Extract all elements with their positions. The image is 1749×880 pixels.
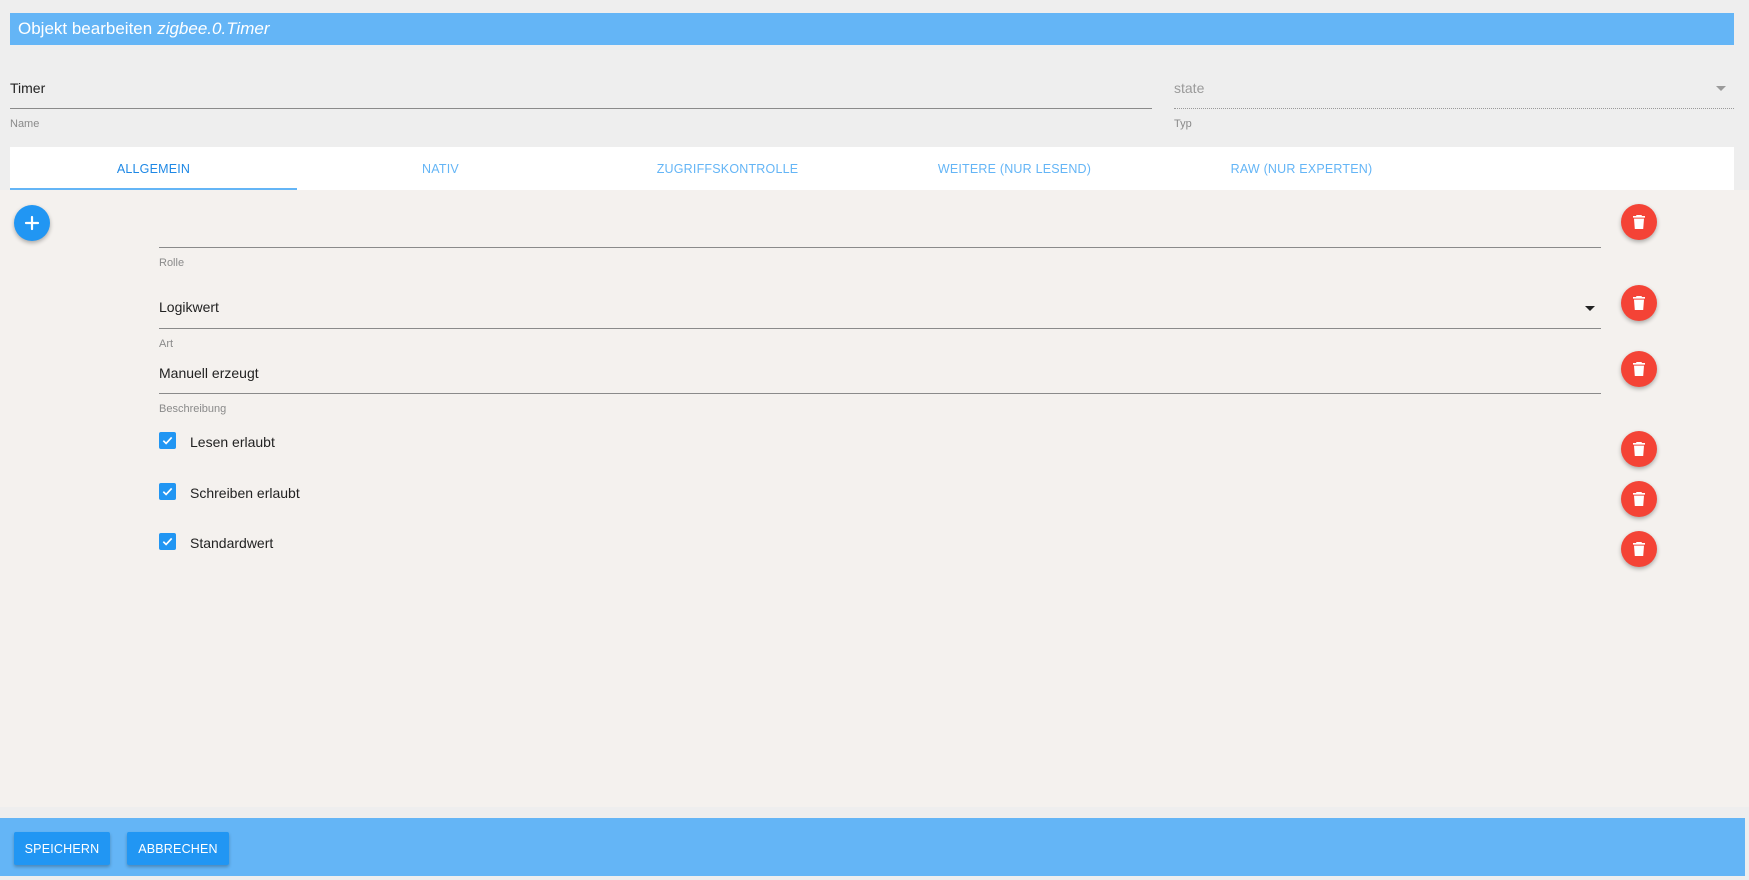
checkmark-icon: [162, 537, 173, 546]
name-field-underline: [10, 108, 1152, 109]
tab-zugriffskontrolle[interactable]: ZUGRIFFSKONTROLLE: [584, 147, 871, 190]
write-allowed-row[interactable]: Schreiben erlaubt: [159, 482, 300, 501]
default-value-label: Standardwert: [190, 535, 274, 551]
tab-weitere[interactable]: WEITERE (NUR LESEND): [871, 147, 1158, 190]
save-button[interactable]: SPEICHERN: [14, 832, 110, 865]
caret-down-icon[interactable]: [1585, 306, 1595, 311]
name-field-value[interactable]: Timer: [10, 80, 1152, 96]
type-dropdown[interactable]: Logikwert Art: [159, 297, 1601, 350]
trash-icon: [1633, 492, 1645, 506]
role-field[interactable]: Rolle: [159, 205, 1601, 275]
read-allowed-label: Lesen erlaubt: [190, 434, 275, 450]
description-field-value[interactable]: Manuell erzeugt: [159, 365, 259, 381]
tab-nativ[interactable]: NATIV: [297, 147, 584, 190]
checkmark-icon: [162, 487, 173, 496]
name-field-label: Name: [10, 118, 40, 130]
default-value-checkbox[interactable]: [159, 533, 176, 550]
read-allowed-checkbox[interactable]: [159, 432, 176, 449]
read-allowed-row[interactable]: Lesen erlaubt: [159, 431, 275, 450]
description-field[interactable]: Manuell erzeugt Beschreibung: [159, 364, 1601, 415]
add-attribute-button[interactable]: [14, 205, 50, 241]
checkmark-icon: [162, 436, 173, 445]
cancel-button[interactable]: ABBRECHEN: [127, 832, 229, 865]
type-select-underline: [1174, 108, 1734, 109]
name-field[interactable]: Timer Name: [10, 80, 1152, 135]
delete-default-button[interactable]: [1621, 531, 1657, 567]
description-field-underline: [159, 393, 1601, 394]
type-select-label: Typ: [1174, 118, 1192, 130]
trash-icon: [1633, 296, 1645, 310]
type-select-value[interactable]: state: [1174, 80, 1734, 96]
default-value-row[interactable]: Standardwert: [159, 532, 273, 551]
write-allowed-label: Schreiben erlaubt: [190, 485, 300, 501]
description-field-label: Beschreibung: [159, 403, 227, 415]
trash-icon: [1633, 362, 1645, 376]
plus-icon: [24, 215, 40, 231]
delete-role-button[interactable]: [1621, 204, 1657, 240]
chevron-down-icon[interactable]: [1716, 86, 1726, 91]
delete-type-button[interactable]: [1621, 285, 1657, 321]
role-field-label: Rolle: [159, 257, 185, 269]
tab-allgemein[interactable]: ALLGEMEIN: [10, 147, 297, 190]
tab-bar: ALLGEMEIN NATIV ZUGRIFFSKONTROLLE WEITER…: [10, 147, 1734, 190]
type-dropdown-underline: [159, 328, 1601, 329]
write-allowed-checkbox[interactable]: [159, 483, 176, 500]
type-select[interactable]: state Typ: [1174, 80, 1734, 135]
tab-raw[interactable]: RAW (NUR EXPERTEN): [1158, 147, 1445, 190]
dialog-title-prefix: Objekt bearbeiten: [18, 19, 153, 38]
type-dropdown-value[interactable]: Logikwert: [159, 299, 219, 315]
dialog-object-id: zigbee.0.Timer: [157, 19, 270, 38]
type-dropdown-label: Art: [159, 338, 174, 350]
dialog-title: Objekt bearbeiten zigbee.0.Timer: [10, 13, 1734, 45]
delete-write-button[interactable]: [1621, 481, 1657, 517]
trash-icon: [1633, 442, 1645, 456]
role-field-underline: [159, 247, 1601, 248]
delete-description-button[interactable]: [1621, 351, 1657, 387]
delete-read-button[interactable]: [1621, 431, 1657, 467]
trash-icon: [1633, 542, 1645, 556]
trash-icon: [1633, 215, 1645, 229]
dialog-footer: SPEICHERN ABBRECHEN: [0, 818, 1745, 876]
